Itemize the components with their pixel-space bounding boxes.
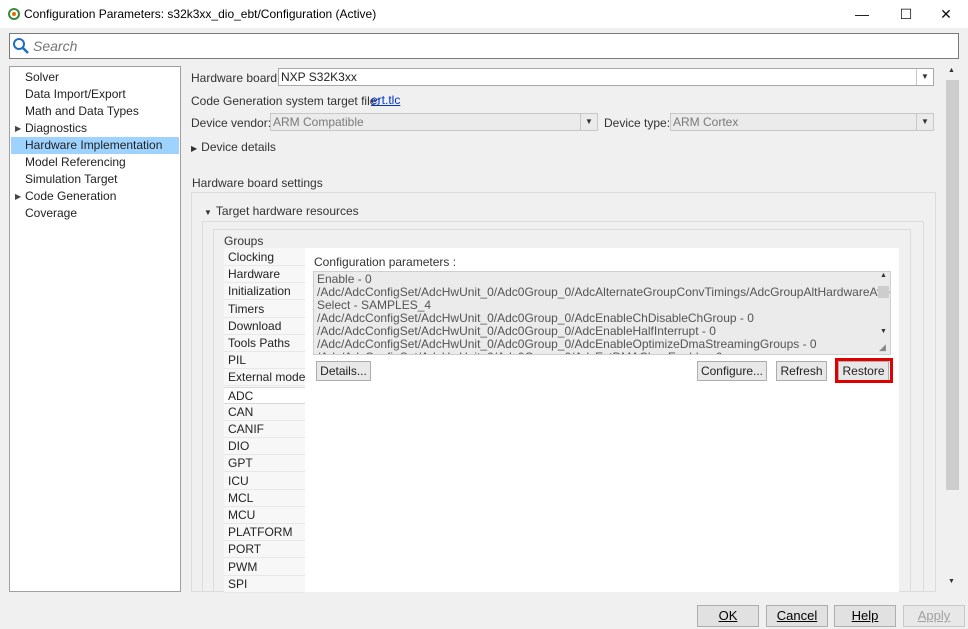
group-item-external-mode[interactable]: External mode xyxy=(224,369,305,387)
scroll-up-icon[interactable]: ▲ xyxy=(948,67,955,74)
group-item-pwm[interactable]: PWM xyxy=(224,559,305,576)
apply-button[interactable]: Apply xyxy=(903,605,965,627)
group-item-hardware[interactable]: Hardware xyxy=(224,266,305,284)
groups-label: Groups xyxy=(224,234,264,248)
window-title: Configuration Parameters: s32k3xx_dio_eb… xyxy=(24,7,377,21)
configure-button[interactable]: Configure... xyxy=(697,361,767,381)
tree-item-hardware-implementation[interactable]: Hardware Implementation xyxy=(11,137,179,154)
tree-item-label: Solver xyxy=(25,70,60,84)
group-item-port[interactable]: PORT xyxy=(224,541,305,559)
ok-button[interactable]: OK xyxy=(697,605,759,627)
tree-item-label: Model Referencing xyxy=(25,155,126,169)
tree-item-data-import-export[interactable]: Data Import/Export xyxy=(11,86,179,103)
group-item-adc[interactable]: ADC xyxy=(224,386,305,404)
target-resources-label: Target hardware resources xyxy=(215,204,359,218)
hardware-board-value: NXP S32K3xx xyxy=(281,70,357,84)
system-target-file-link[interactable]: ert.tlc xyxy=(371,93,400,107)
device-vendor-value: ARM Compatible xyxy=(273,115,364,129)
group-item-mcu[interactable]: MCU xyxy=(224,507,305,524)
config-params-textarea[interactable]: Enable - 0/Adc/AdcConfigSet/AdcHwUnit_0/… xyxy=(313,271,891,355)
ok-label: OK xyxy=(718,608,738,623)
close-icon: ✕ xyxy=(940,5,952,22)
main-scroll-thumb[interactable] xyxy=(946,80,959,490)
config-params-label: Configuration parameters : xyxy=(314,255,457,269)
board-settings-label: Hardware board settings xyxy=(192,176,323,190)
help-label: Help xyxy=(851,608,879,623)
group-item-platform[interactable]: PLATFORM xyxy=(224,524,305,542)
expand-arrow-icon[interactable]: ▶ xyxy=(15,188,21,205)
params-scrollbar[interactable]: ▲ ▼ ◢ xyxy=(877,272,890,354)
chevron-down-icon: ▼ xyxy=(916,69,933,85)
scroll-down-icon[interactable]: ▼ xyxy=(880,328,887,335)
group-item-clocking[interactable]: Clocking xyxy=(224,249,305,266)
tree-item-diagnostics[interactable]: ▶ Diagnostics xyxy=(11,120,179,137)
tree-item-simulation-target[interactable]: Simulation Target xyxy=(11,171,179,188)
chevron-down-icon: ▼ xyxy=(580,114,597,130)
chevron-down-icon: ▼ xyxy=(916,114,933,130)
tree-item-label: Math and Data Types xyxy=(25,104,139,118)
search-icon xyxy=(13,38,29,54)
group-item-gpt[interactable]: GPT xyxy=(224,455,305,473)
tree-item-label: Data Import/Export xyxy=(25,87,126,101)
category-tree: Solver Data Import/Export Math and Data … xyxy=(9,66,181,592)
refresh-button[interactable]: Refresh xyxy=(776,361,827,381)
device-type-value: ARM Cortex xyxy=(673,115,739,129)
device-vendor-dropdown[interactable]: ARM Compatible ▼ xyxy=(270,113,598,131)
tree-item-math-and-data-types[interactable]: Math and Data Types xyxy=(11,103,179,120)
group-item-download[interactable]: Download xyxy=(224,318,305,335)
hardware-board-dropdown[interactable]: NXP S32K3xx ▼ xyxy=(278,68,934,86)
group-item-icu[interactable]: ICU xyxy=(224,473,305,490)
expand-arrow-icon[interactable]: ▶ xyxy=(15,120,21,137)
group-item-pil[interactable]: PIL xyxy=(224,352,305,370)
system-target-file-label: Code Generation system target file: xyxy=(191,94,380,108)
tree-item-model-referencing[interactable]: Model Referencing xyxy=(11,154,179,171)
groups-list: Clocking Hardware Initialization Timers Down… xyxy=(224,248,305,593)
tree-item-label: Coverage xyxy=(25,206,78,220)
apply-label: Apply xyxy=(917,608,951,623)
group-item-can[interactable]: CAN xyxy=(224,404,305,421)
tree-item-label: Diagnostics xyxy=(25,121,88,135)
minimize-button[interactable]: — xyxy=(842,0,882,28)
maximize-icon: ☐ xyxy=(899,5,913,22)
device-details-label: Device details xyxy=(201,140,276,154)
tree-item-code-generation[interactable]: ▶ Code Generation xyxy=(11,188,179,205)
group-item-mcl[interactable]: MCL xyxy=(224,490,305,507)
group-item-canif[interactable]: CANIF xyxy=(224,421,305,438)
scroll-down-icon[interactable]: ▼ xyxy=(948,578,955,585)
group-item-dio[interactable]: DIO xyxy=(224,438,305,456)
params-scroll-thumb[interactable] xyxy=(878,286,889,298)
tree-item-coverage[interactable]: Coverage xyxy=(11,205,179,222)
app-icon xyxy=(8,8,20,20)
expand-arrow-icon: ▶ xyxy=(191,144,198,153)
details-button[interactable]: Details... xyxy=(316,361,371,381)
group-item-spi[interactable]: SPI xyxy=(224,576,305,593)
cancel-label: Cancel xyxy=(776,608,818,623)
resize-grip-icon[interactable]: ◢ xyxy=(879,342,886,353)
group-item-timers[interactable]: Timers xyxy=(224,301,305,318)
hardware-board-label: Hardware board: xyxy=(191,71,281,85)
param-line: /Adc/AdcConfigSet/AdcHwUnit_0/Adc0Group_… xyxy=(317,351,723,355)
cancel-button[interactable]: Cancel xyxy=(766,605,828,627)
group-item-tools-paths[interactable]: Tools Paths xyxy=(224,335,305,352)
tree-item-label: Code Generation xyxy=(25,189,117,203)
device-vendor-label: Device vendor: xyxy=(191,116,272,130)
maximize-button[interactable]: ☐ xyxy=(886,0,926,28)
tree-item-solver[interactable]: Solver xyxy=(11,69,179,86)
device-type-label: Device type: xyxy=(604,116,671,130)
device-details-toggle[interactable]: ▶ Device details xyxy=(191,140,276,154)
search-input[interactable] xyxy=(33,37,933,55)
device-type-dropdown[interactable]: ARM Cortex ▼ xyxy=(670,113,934,131)
scroll-up-icon[interactable]: ▲ xyxy=(880,272,887,279)
close-button[interactable]: ✕ xyxy=(926,0,966,28)
target-resources-toggle[interactable]: ▼ Target hardware resources xyxy=(204,204,359,218)
collapse-arrow-icon: ▼ xyxy=(204,208,212,217)
tree-item-label: Hardware Implementation xyxy=(25,138,163,152)
tree-item-label: Simulation Target xyxy=(25,172,118,186)
group-item-initialization[interactable]: Initialization xyxy=(224,283,305,301)
restore-highlight-box xyxy=(835,358,893,383)
help-button[interactable]: Help xyxy=(834,605,896,627)
minimize-icon: — xyxy=(855,6,869,22)
